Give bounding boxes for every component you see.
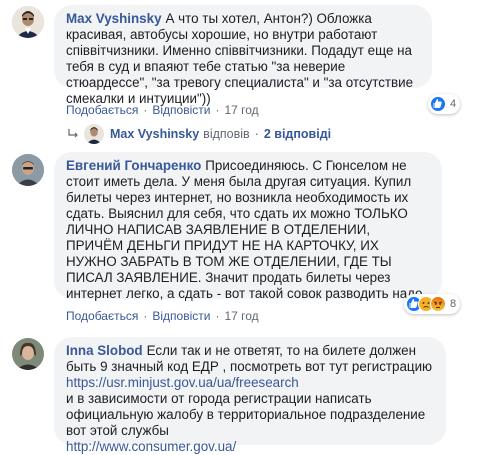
angry-icon	[430, 296, 446, 312]
like-button[interactable]: Подобається	[66, 309, 138, 323]
comment-time[interactable]: 17 год	[224, 309, 258, 323]
comment-time[interactable]: 17 год	[224, 103, 258, 117]
reply-button[interactable]: Відповісти	[152, 309, 210, 323]
separator: ·	[254, 127, 259, 141]
reaction-count: 4	[450, 98, 457, 110]
reactions-summary[interactable]: 4	[428, 94, 461, 114]
comment-bubble: Евгений Гончаренко Присоединяюсь. С Гюнсе…	[54, 152, 442, 301]
avatar[interactable]	[12, 6, 44, 38]
like-icon	[430, 96, 446, 112]
comment-actions: Подобається · Відповісти · 17 год	[66, 309, 259, 323]
reply-avatar	[84, 124, 104, 144]
replies-count-link[interactable]: 2 відповіді	[264, 127, 331, 141]
separator: ·	[215, 103, 220, 117]
comment-bubble: Inna Slobod Если так и не ответят, то на …	[54, 337, 446, 454]
comment-2: Евгений Гончаренко Присоединяюсь. С Гюнсе…	[0, 148, 498, 328]
avatar-photo-icon	[12, 338, 44, 370]
freesearch-link[interactable]: https://usr.minjust.gov.ua/ua/freesearch	[66, 375, 434, 391]
avatar-photo-icon	[12, 6, 44, 38]
comment-author[interactable]: Inna Slobod	[66, 343, 143, 358]
comment-text-continued: и в зависимости от города регистрации на…	[66, 391, 429, 438]
reply-author[interactable]: Max Vyshinsky	[110, 127, 199, 141]
avatar-photo-icon	[12, 154, 44, 186]
comment-author[interactable]: Евгений Гончаренко	[66, 158, 201, 173]
reaction-count: 8	[450, 298, 457, 310]
comment-1: Max Vyshinsky А что ты хотел, Антон?) Обл…	[0, 0, 498, 120]
consumer-gov-link[interactable]: http://www.consumer.gov.ua/	[66, 439, 434, 455]
separator: ·	[143, 103, 148, 117]
reactions-summary[interactable]: 8	[404, 294, 461, 314]
reply-verb: відповів	[203, 127, 250, 141]
avatar[interactable]	[12, 338, 44, 370]
comment-3: Inna Slobod Если так и не ответят, то на …	[0, 334, 498, 454]
replies-summary[interactable]: Max Vyshinsky відповів · 2 відповіді	[66, 124, 331, 144]
comment-actions: Подобається · Відповісти · 17 год	[66, 103, 259, 117]
like-button[interactable]: Подобається	[66, 103, 138, 117]
separator: ·	[143, 309, 148, 323]
comment-bubble: Max Vyshinsky А что ты хотел, Антон?) Обл…	[54, 5, 432, 106]
avatar[interactable]	[12, 154, 44, 186]
separator: ·	[215, 309, 220, 323]
comment-text: Присоединяюсь. С Гюнселом не стоит иметь…	[66, 158, 427, 301]
reply-arrow-icon	[66, 127, 80, 141]
comment-author[interactable]: Max Vyshinsky	[66, 11, 162, 26]
reply-button[interactable]: Відповісти	[152, 103, 210, 117]
